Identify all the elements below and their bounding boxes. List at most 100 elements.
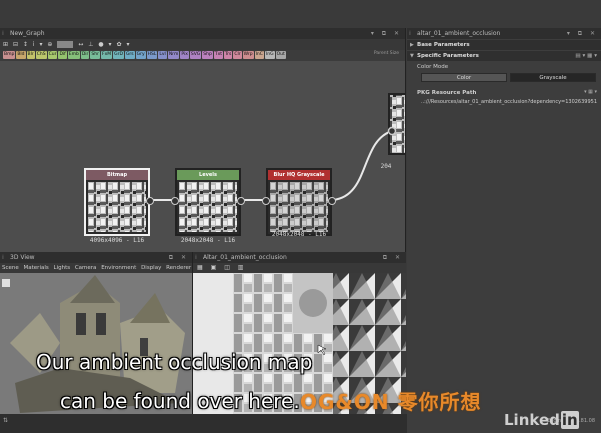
palette-chip-shr[interactable]: Shr: [90, 51, 100, 59]
palette-chip-clr[interactable]: Clr: [233, 51, 242, 59]
node-resolution: 2048x2048 - L16: [180, 237, 236, 244]
node-thumbnail: [270, 182, 328, 232]
offscreen-node-port: [387, 126, 397, 136]
view-mode-icon[interactable]: ◫: [224, 264, 230, 271]
palette-chip-blr[interactable]: Blr: [26, 51, 35, 59]
color-mode-grayscale-button[interactable]: Grayscale: [510, 73, 596, 82]
menu-camera[interactable]: Camera: [75, 265, 97, 271]
dropdown-icon[interactable]: ▾: [126, 41, 129, 48]
color-mode-color-button[interactable]: Color: [421, 73, 507, 82]
palette-chip-bmp[interactable]: Bmp: [3, 51, 16, 59]
status-bar: ⇅: [0, 414, 407, 433]
toolbar-tool-icon[interactable]: ⊞: [3, 41, 8, 48]
grip-icon: ⁞: [409, 30, 411, 37]
output-port[interactable]: [237, 197, 245, 205]
menu-materials[interactable]: Materials: [24, 265, 49, 271]
node-bitmap[interactable]: Bitmap: [84, 168, 154, 236]
dropdown-icon[interactable]: ▾: [39, 41, 42, 48]
node-thumbnail: [179, 182, 237, 232]
view-mode-icon[interactable]: ▥: [238, 264, 244, 271]
palette-chip-trs[interactable]: Trs: [224, 51, 233, 59]
node-resolution: 4096x4096 - L16: [89, 237, 145, 244]
menu-lights[interactable]: Lights: [54, 265, 71, 271]
node-levels[interactable]: Levels: [171, 168, 245, 236]
node-resolution: 2048x2048 - L16: [271, 231, 327, 238]
menu-display[interactable]: Display: [141, 265, 161, 271]
settings-icon[interactable]: ✿: [116, 41, 121, 48]
palette-chip-fxm[interactable]: FxM: [100, 51, 113, 59]
section-title: Specific Parameters: [417, 53, 479, 59]
palette-chip-emb[interactable]: Emb: [67, 51, 80, 59]
toolbar-tool-icon[interactable]: ⊥: [88, 41, 93, 48]
node-blur-hq-grayscale[interactable]: Blur HQ Grayscale: [262, 168, 336, 236]
output-port[interactable]: [328, 197, 336, 205]
palette-chip-grs[interactable]: Grs: [124, 51, 135, 59]
color-mode-label: Color Mode: [417, 64, 449, 70]
2d-view-toolbar: ▦ ▣ ◫ ▥: [193, 263, 406, 273]
parent-size-label[interactable]: Parent Size: [371, 51, 401, 56]
3d-view-menubar: Scene Materials Lights Camera Environmen…: [0, 263, 192, 273]
base-parameters-section[interactable]: ▶ Base Parameters: [407, 40, 601, 50]
grip-icon: ⁞: [2, 30, 4, 37]
params-title: altar_01_ambient_occlusion: [417, 30, 501, 37]
info-icon[interactable]: i: [33, 41, 35, 48]
toolbar-selector[interactable]: [57, 41, 74, 48]
graph-panel-titlebar: ⁞ New_Graph ▾ ⧉ ✕: [0, 28, 405, 39]
section-tools-icon[interactable]: ▤ ▾ ▦ ▾: [575, 51, 597, 61]
input-port[interactable]: [262, 197, 270, 205]
palette-chip-lvl[interactable]: Lvl: [158, 51, 167, 59]
collapse-arrow-icon: ▼: [410, 53, 414, 59]
panel-controls[interactable]: ⧉ ✕: [383, 252, 403, 263]
graph-canvas[interactable]: Bitmap 4096x4096 - L16 Levels 2048x2048 …: [0, 61, 405, 252]
3d-view-title: 3D View: [10, 254, 35, 261]
palette-chip-pix[interactable]: Pix: [180, 51, 189, 59]
menu-renderer[interactable]: Renderer: [166, 265, 191, 271]
palette-chip-svg[interactable]: SVG: [189, 51, 202, 59]
output-port[interactable]: [146, 197, 154, 205]
param-tools-icon[interactable]: ▾ ▦ ▾: [584, 89, 597, 95]
view-mode-icon[interactable]: ▣: [211, 264, 217, 271]
palette-chip-inc[interactable]: InC: [254, 51, 264, 59]
grip-icon: ⁞: [2, 254, 4, 261]
expand-arrow-icon: ▶: [410, 42, 414, 48]
watermark-logo: OG&ON 零你所想: [300, 390, 482, 414]
palette-chip-nrm[interactable]: Nrm: [167, 51, 180, 59]
palette-chip-dif[interactable]: Dif: [58, 51, 67, 59]
viewport-gizmo-icon: [2, 279, 10, 287]
brand-text: Linked: [504, 411, 560, 429]
toolbar-tool-icon[interactable]: ↔: [78, 41, 83, 48]
subtitle-line-1: Our ambient occlusion map: [36, 350, 313, 374]
panel-controls[interactable]: ▾ ⧉ ✕: [567, 28, 598, 39]
panel-controls[interactable]: ▾ ⧉ ✕: [371, 28, 402, 39]
2d-view-title: Altar_01_ambient_occlusion: [203, 254, 287, 261]
menu-environment[interactable]: Environment: [101, 265, 136, 271]
palette-chip-wrp[interactable]: Wrp: [242, 51, 254, 59]
palette-chip-gry[interactable]: Gry: [135, 51, 146, 59]
dropdown-icon[interactable]: ▾: [109, 41, 112, 48]
menu-scene[interactable]: Scene: [2, 265, 19, 271]
palette-chip-hsl[interactable]: HSL: [146, 51, 158, 59]
palette-chip-dir[interactable]: Dir: [80, 51, 90, 59]
input-port[interactable]: [171, 197, 179, 205]
section-title: Base Parameters: [417, 42, 470, 48]
toolbar-tool-icon[interactable]: ●: [98, 41, 103, 48]
palette-chip-shp[interactable]: Shp: [202, 51, 213, 59]
pkg-resource-path-value[interactable]: ..:///Resources/altar_01_ambient_occlusi…: [421, 99, 597, 105]
palette-chip-ing[interactable]: InG: [264, 51, 275, 59]
palette-chip-out[interactable]: Out: [275, 51, 286, 59]
node-header: Bitmap: [86, 170, 148, 180]
zoom-icon[interactable]: ⊕: [47, 41, 52, 48]
palette-chip-grd[interactable]: GrD: [113, 51, 124, 59]
toolbar-tool-icon[interactable]: ↕: [23, 41, 28, 48]
palette-chip-txt[interactable]: Txt: [213, 51, 224, 59]
view-mode-icon[interactable]: ▦: [197, 264, 203, 271]
panel-controls[interactable]: ⧉ ✕: [169, 252, 189, 263]
specific-parameters-section[interactable]: ▼ Specific Parameters ▤ ▾ ▦ ▾: [407, 51, 601, 61]
palette-chip-bld[interactable]: Bld: [16, 51, 26, 59]
toolbar-tool-icon[interactable]: ⊟: [13, 41, 18, 48]
palette-chip-cur[interactable]: Cur: [47, 51, 58, 59]
3d-view-titlebar: ⁞ 3D View ⧉ ✕: [0, 252, 192, 263]
node-palette: Bmp Bld Blr ChS Cur Dif Emb Dir Shr FxM GrD Grs Gry H…: [0, 50, 405, 61]
palette-chip-chs[interactable]: ChS: [35, 51, 47, 59]
graph-panel: ⁞ New_Graph ▾ ⧉ ✕ ⊞ ⊟ ↕ i ▾ ⊕ ↔ ⊥ ● ▾ ✿ …: [0, 28, 406, 252]
